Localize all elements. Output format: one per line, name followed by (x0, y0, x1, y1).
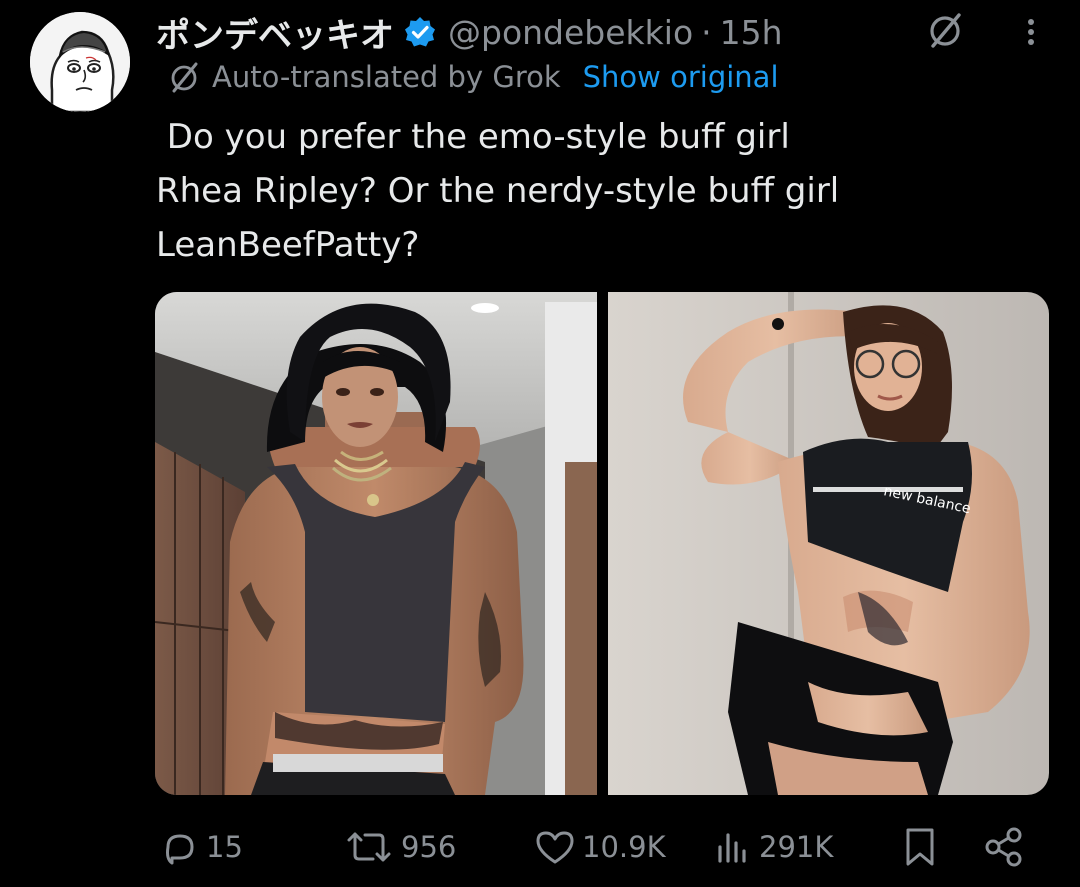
photo-leanbeefpatty[interactable]: new balance (608, 292, 1049, 795)
tweet-actions: 15 956 10.9K 291K (0, 822, 1080, 872)
reply-icon (166, 834, 194, 865)
like-button[interactable]: 10.9K (534, 822, 666, 872)
like-count: 10.9K (582, 830, 666, 864)
tweet-text: Do you prefer the emo-style buff girl Rh… (156, 110, 1036, 272)
heart-icon (536, 831, 574, 864)
avatar-drawing (30, 12, 130, 112)
more-options-icon[interactable] (1016, 14, 1046, 50)
repost-icon (347, 832, 391, 862)
repost-count: 956 (401, 830, 457, 864)
translation-note: Auto-translated by Grok (212, 60, 561, 94)
share-icon (985, 827, 1022, 867)
verified-badge-icon[interactable] (404, 16, 436, 48)
views-count: 291K (759, 830, 834, 864)
repost-button[interactable]: 956 (343, 822, 456, 872)
user-handle[interactable]: @pondebekkio (448, 13, 693, 52)
share-button[interactable] (982, 822, 1026, 872)
avatar[interactable] (30, 12, 130, 112)
tweet-text-line: Do you prefer the emo-style buff girl (156, 117, 790, 157)
photo-gap (597, 292, 608, 795)
tweet-text-line: Rhea Ripley? Or the nerdy-style buff gir… (156, 171, 840, 211)
bookmark-icon (906, 828, 934, 866)
bookmark-button[interactable] (900, 822, 940, 872)
header-separator: · (701, 12, 712, 52)
show-original-link[interactable]: Show original (583, 60, 779, 94)
display-name[interactable]: ポンデベッキオ (156, 8, 394, 57)
translation-line: Auto-translated by Grok Show original (168, 56, 779, 98)
photo-rhea-ripley[interactable] (155, 292, 597, 795)
tweet-text-line: LeanBeefPatty? (156, 225, 420, 265)
grok-translate-icon (168, 60, 202, 94)
tweet-media: new balance (155, 292, 1049, 795)
grok-icon[interactable] (926, 10, 966, 50)
views-icon (718, 833, 746, 863)
tweet[interactable]: ポンデベッキオ @pondebekkio · 15h Auto-translat… (0, 0, 1080, 887)
reply-button[interactable]: 15 (160, 822, 243, 872)
tweet-header: ポンデベッキオ @pondebekkio · 15h (156, 8, 783, 56)
reply-count: 15 (206, 830, 243, 864)
tweet-time[interactable]: 15h (720, 13, 783, 52)
views-button[interactable]: 291K (713, 822, 833, 872)
